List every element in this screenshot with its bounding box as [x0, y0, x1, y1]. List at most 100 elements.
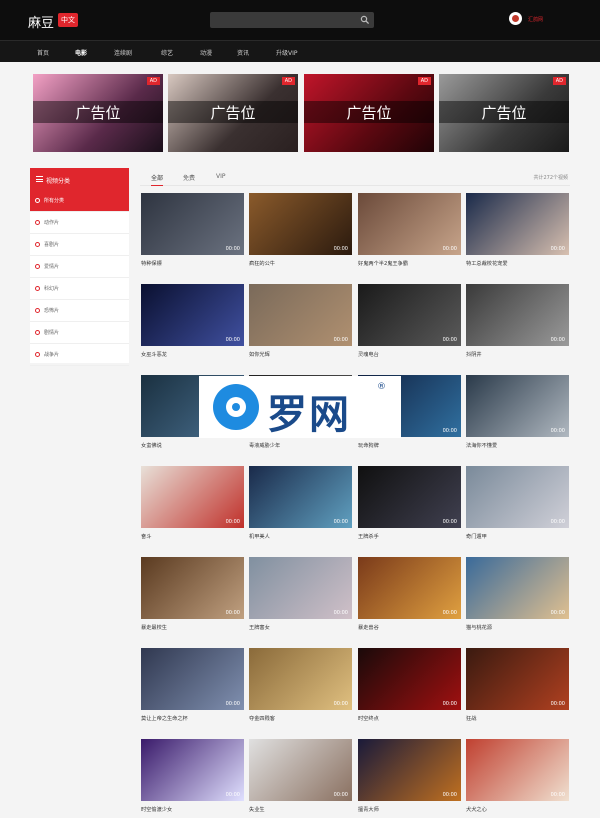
video-thumbnail[interactable]: 00:00 [249, 193, 352, 255]
video-card[interactable]: 00:00 犬犬之心 [466, 739, 569, 817]
video-card[interactable]: 00:00 疯狂的公牛 [249, 193, 352, 271]
ad-banner[interactable]: 广告位 AD [168, 74, 298, 152]
video-title[interactable]: 夺金四贱客 [249, 715, 352, 722]
sidebar-item-war[interactable]: 战争片 [30, 344, 129, 366]
video-title[interactable]: 机甲美人 [249, 533, 352, 540]
video-card[interactable]: 00:00 夺金四贱客 [249, 648, 352, 726]
video-title[interactable]: 王牌害女 [249, 624, 352, 631]
video-thumbnail[interactable]: 00:00 [466, 284, 569, 346]
video-title[interactable]: 犬犬之心 [466, 806, 569, 813]
nav-item-variety[interactable]: 综艺 [161, 48, 173, 57]
video-thumbnail[interactable]: 00:00 [249, 557, 352, 619]
video-title[interactable]: 奋斗 [141, 533, 244, 540]
video-thumbnail[interactable]: 00:00 [358, 193, 461, 255]
video-card[interactable]: 00:00 擅青大师 [358, 739, 461, 817]
video-thumbnail[interactable]: 00:00 [249, 648, 352, 710]
video-thumbnail[interactable]: 00:00 [249, 284, 352, 346]
video-thumbnail[interactable]: 00:00 [358, 466, 461, 528]
video-card[interactable]: 00:00 失业生 [249, 739, 352, 817]
video-title[interactable]: 好鬼两个半2鬼王争霸 [358, 260, 461, 267]
video-card[interactable]: 00:00 莫让上帝之生命之杯 [141, 648, 244, 726]
user-name-link[interactable]: 汇鸽网 [528, 16, 543, 23]
nav-item-vip[interactable]: 升级VIP [276, 48, 298, 57]
ad-banner[interactable]: 广告位 AD [33, 74, 163, 152]
video-title[interactable]: 玩命狗牌 [358, 442, 461, 449]
video-thumbnail[interactable]: 00:00 [358, 557, 461, 619]
sidebar-item-horror[interactable]: 恐怖片 [30, 300, 129, 322]
video-thumbnail[interactable]: 00:00 [141, 284, 244, 346]
video-title[interactable]: 莫让上帝之生命之杯 [141, 715, 244, 722]
video-title[interactable]: 灵魂电台 [358, 351, 461, 358]
video-thumbnail[interactable]: 00:00 [141, 193, 244, 255]
video-card[interactable]: 00:00 暴走兽谷 [358, 557, 461, 635]
video-card[interactable]: 00:00 狂战 [466, 648, 569, 726]
video-card[interactable]: 00:00 好鬼两个半2鬼王争霸 [358, 193, 461, 271]
video-title[interactable]: 奇门遁甲 [466, 533, 569, 540]
video-card[interactable]: 00:00 猫与桃花源 [466, 557, 569, 635]
video-card[interactable]: 00:00 时空偷渡少女 [141, 739, 244, 817]
sidebar-item-scifi[interactable]: 科幻片 [30, 278, 129, 300]
video-title[interactable]: 王牌杀手 [358, 533, 461, 540]
video-card[interactable]: 00:00 灵魂电台 [358, 284, 461, 362]
nav-item-anime[interactable]: 动漫 [200, 48, 212, 57]
ad-banner[interactable]: 广告位 AD [304, 74, 434, 152]
search-icon[interactable] [360, 15, 370, 25]
sidebar-item-all[interactable]: 所有分类 [30, 190, 129, 212]
video-title[interactable]: 毒液威胁少年 [249, 442, 352, 449]
video-card[interactable]: 00:00 女巫斗恶龙 [141, 284, 244, 362]
video-card[interactable]: 00:00 王牌杀手 [358, 466, 461, 544]
user-avatar[interactable] [509, 12, 522, 25]
video-card[interactable]: 00:00 暴走最校生 [141, 557, 244, 635]
video-title[interactable]: 猫与桃花源 [466, 624, 569, 631]
video-title[interactable]: 失业生 [249, 806, 352, 813]
video-thumbnail[interactable]: 00:00 [466, 375, 569, 437]
video-title[interactable]: 暴走兽谷 [358, 624, 461, 631]
video-thumbnail[interactable]: 00:00 [249, 466, 352, 528]
video-card[interactable]: 00:00 时空终点 [358, 648, 461, 726]
video-card[interactable]: 00:00 奇门遁甲 [466, 466, 569, 544]
video-card[interactable]: 00:00 奋斗 [141, 466, 244, 544]
video-title[interactable]: 擅青大师 [358, 806, 461, 813]
video-thumbnail[interactable]: 00:00 [466, 648, 569, 710]
tab-all[interactable]: 全部 [151, 173, 164, 186]
video-title[interactable]: 特工总裁校花宠爱 [466, 260, 569, 267]
video-title[interactable]: 狂战 [466, 715, 569, 722]
video-card[interactable]: 00:00 法海你不懂爱 [466, 375, 569, 453]
video-title[interactable]: 特种保镖 [141, 260, 244, 267]
video-thumbnail[interactable]: 00:00 [141, 557, 244, 619]
video-title[interactable]: 时空终点 [358, 715, 461, 722]
video-title[interactable]: 女蛮佛说 [141, 442, 244, 449]
nav-item-series[interactable]: 连续剧 [114, 48, 132, 57]
video-title[interactable]: 时空偷渡少女 [141, 806, 244, 813]
video-thumbnail[interactable]: 00:00 [141, 648, 244, 710]
sidebar-item-action[interactable]: 动作片 [30, 212, 129, 234]
video-card[interactable]: 00:00 王牌害女 [249, 557, 352, 635]
tab-vip[interactable]: VIP [216, 173, 226, 180]
video-card[interactable]: 00:00 机甲美人 [249, 466, 352, 544]
video-thumbnail[interactable]: 00:00 [141, 466, 244, 528]
nav-item-home[interactable]: 首页 [37, 48, 49, 57]
video-title[interactable]: 法海你不懂爱 [466, 442, 569, 449]
nav-item-news[interactable]: 资讯 [237, 48, 249, 57]
ad-banner[interactable]: 广告位 AD [439, 74, 569, 152]
video-thumbnail[interactable]: 00:00 [358, 648, 461, 710]
video-thumbnail[interactable]: 00:00 [466, 193, 569, 255]
video-thumbnail[interactable]: 00:00 [141, 739, 244, 801]
sidebar-item-drama[interactable]: 剧情片 [30, 322, 129, 344]
tab-free[interactable]: 免费 [183, 173, 195, 182]
video-card[interactable]: 00:00 抖阴井 [466, 284, 569, 362]
video-card[interactable]: 00:00 如你光辉 [249, 284, 352, 362]
video-card[interactable]: 00:00 特工总裁校花宠爱 [466, 193, 569, 271]
nav-item-movies[interactable]: 电影 [75, 48, 87, 57]
video-title[interactable]: 女巫斗恶龙 [141, 351, 244, 358]
video-thumbnail[interactable]: 00:00 [466, 739, 569, 801]
video-card[interactable]: 00:00 特种保镖 [141, 193, 244, 271]
site-logo[interactable]: 麻豆 [28, 12, 54, 31]
sidebar-item-romance[interactable]: 爱情片 [30, 256, 129, 278]
video-thumbnail[interactable]: 00:00 [249, 739, 352, 801]
video-thumbnail[interactable]: 00:00 [466, 466, 569, 528]
video-title[interactable]: 疯狂的公牛 [249, 260, 352, 267]
video-title[interactable]: 暴走最校生 [141, 624, 244, 631]
video-title[interactable]: 抖阴井 [466, 351, 569, 358]
search-input[interactable] [210, 12, 374, 28]
